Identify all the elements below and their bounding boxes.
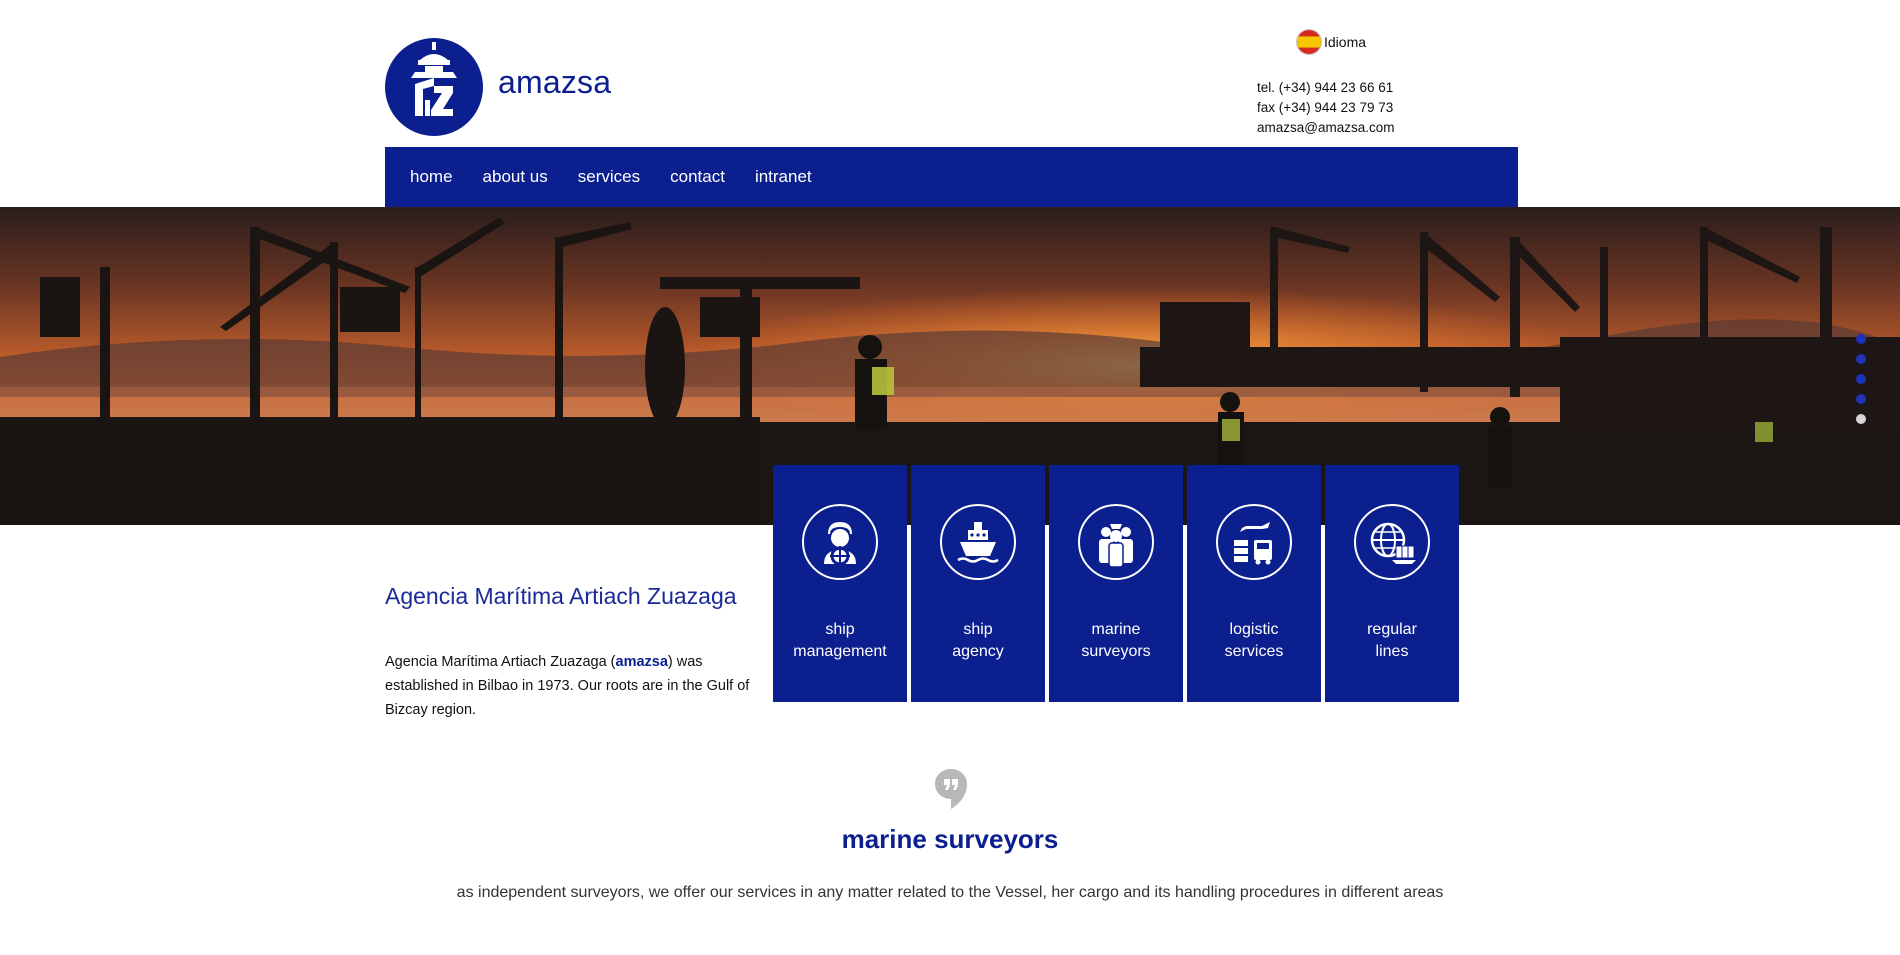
service-label: regular lines [1367, 621, 1417, 660]
slider-dot-3[interactable] [1856, 374, 1866, 384]
main-nav: home about us services contact intranet [385, 147, 1518, 207]
nav-item-contact[interactable]: contact [670, 167, 725, 187]
slider-dot-2[interactable] [1856, 354, 1866, 364]
language-selector[interactable]: Idioma [1296, 29, 1366, 55]
slider-dot-1[interactable] [1856, 334, 1866, 344]
lighthouse-logo-icon [411, 42, 457, 116]
globe-icon [1354, 504, 1430, 580]
service-tile-marine-surveyors[interactable]: marine surveyors [1049, 465, 1183, 702]
header: amazsa Idioma tel. (+34) 944 23 66 61 fa… [0, 0, 1900, 147]
service-label: logistic services [1224, 621, 1284, 660]
intro-title: Agencia Marítima Artiach Zuazaga [385, 583, 737, 609]
language-label: Idioma [1324, 34, 1367, 50]
slider-dot-5[interactable] [1856, 414, 1866, 424]
email-link[interactable]: amazsa@amazsa.com [1257, 118, 1395, 138]
service-tile-regular-lines[interactable]: regular lines [1325, 465, 1459, 702]
spain-flag-icon [1296, 29, 1322, 55]
featured-text: as independent surveyors, we offer our s… [456, 884, 1444, 901]
slider-dot-4[interactable] [1856, 394, 1866, 404]
featured-title: marine surveyors [841, 824, 1059, 854]
service-tile-ship-management[interactable]: ship management [773, 465, 907, 702]
intro-text: Agencia Marítima Artiach Zuazaga (amazsa… [385, 654, 750, 718]
fax-number: fax (+34) 944 23 79 73 [1257, 100, 1394, 115]
surveyors-icon [1078, 504, 1154, 580]
brand-name: amazsa [615, 654, 668, 670]
nav-item-intranet[interactable]: intranet [755, 167, 812, 187]
captain-icon [802, 504, 878, 580]
logo-text: amazsa [498, 64, 612, 100]
phone-number: tel. (+34) 944 23 66 61 [1257, 80, 1394, 95]
service-label: ship agency [952, 621, 1004, 660]
nav-item-home[interactable]: home [410, 167, 453, 187]
service-tile-ship-agency[interactable]: ship agency [911, 465, 1045, 702]
nav-item-about-us[interactable]: about us [483, 167, 548, 187]
service-label: ship management [793, 621, 887, 660]
service-tile-logistic-services[interactable]: logistic services [1187, 465, 1321, 702]
logo[interactable] [385, 38, 483, 136]
services-tiles: ship management ship agency marine surve… [773, 465, 1459, 702]
quote-icon [935, 769, 967, 809]
service-label: marine surveyors [1081, 621, 1151, 660]
contact-info: tel. (+34) 944 23 66 61 fax (+34) 944 23… [1257, 78, 1395, 138]
nav-item-services[interactable]: services [578, 167, 640, 187]
ship-icon [940, 504, 1016, 580]
slider-dots [1856, 334, 1866, 424]
logistics-icon [1216, 504, 1292, 580]
